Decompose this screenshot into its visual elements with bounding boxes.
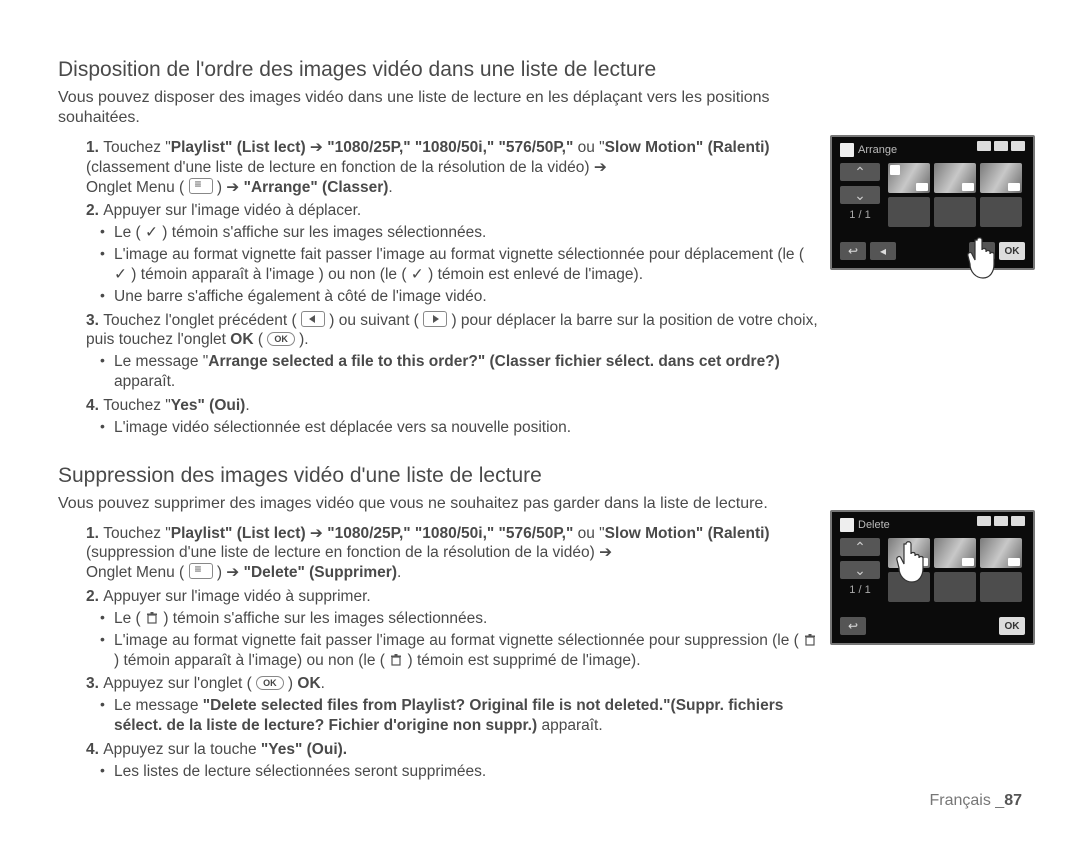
page-indicator: 1 / 1 xyxy=(840,584,880,600)
section1-steps: 1. Touchez "Playlist" (List lect) ➔ "108… xyxy=(58,138,818,438)
s2-step4: 4. Appuyez sur la touche "Yes" (Oui). Le… xyxy=(86,740,818,782)
trash-icon xyxy=(389,653,403,667)
check-icon xyxy=(890,165,900,175)
trash-icon xyxy=(803,633,817,647)
thumbnail-empty xyxy=(980,572,1022,602)
thumbnail[interactable] xyxy=(980,163,1022,193)
scroll-down-button[interactable]: ⌄ xyxy=(840,561,880,579)
s1-step4: 4. Touchez "Yes" (Oui). L'image vidéo sé… xyxy=(86,396,818,438)
s1-step2-b: L'image au format vignette fait passer l… xyxy=(100,245,818,285)
scroll-up-button[interactable]: ⌃ xyxy=(840,163,880,181)
thumbnail[interactable] xyxy=(934,538,976,568)
device-title: Arrange xyxy=(858,144,897,156)
menu-icon xyxy=(189,178,213,194)
s2-step1: 1. Touchez "Playlist" (List lect) ➔ "108… xyxy=(86,524,818,583)
device-arrange-screenshot: Arrange ⌃ ⌄ 1 / 1 ↩ ◂ ▸ OK xyxy=(830,135,1035,270)
s1-step3: 3. Touchez l'onglet précédent ( ) ou sui… xyxy=(86,311,818,392)
s2-step2: 2. Appuyer sur l'image vidéo à supprimer… xyxy=(86,587,818,670)
device-status-icons xyxy=(977,141,1025,151)
playlist-icon xyxy=(840,143,854,157)
thumbnail-grid xyxy=(888,163,1022,227)
thumbnail-empty xyxy=(888,197,930,227)
ok-button[interactable]: OK xyxy=(999,617,1025,635)
trash-icon xyxy=(145,611,159,625)
playlist-icon xyxy=(840,518,854,532)
thumbnail[interactable] xyxy=(980,538,1022,568)
scroll-down-button[interactable]: ⌄ xyxy=(840,186,880,204)
s1-step4-a: L'image vidéo sélectionnée est déplacée … xyxy=(100,418,818,438)
section2-lead: Vous pouvez supprimer des images vidéo q… xyxy=(58,494,818,514)
prev-button[interactable]: ◂ xyxy=(870,242,896,260)
thumbnail-empty xyxy=(980,197,1022,227)
device-delete-screenshot: Delete ⌃ ⌄ 1 / 1 ↩ OK xyxy=(830,510,1035,645)
section2-heading: Suppression des images vidéo d'une liste… xyxy=(58,464,818,488)
prev-icon xyxy=(301,311,325,327)
thumbnail-empty xyxy=(934,197,976,227)
s1-step3-a: Le message "Arrange selected a file to t… xyxy=(100,352,818,392)
s1-step2-a: Le ( ✓ ) témoin s'affiche sur les images… xyxy=(100,223,818,243)
back-button[interactable]: ↩ xyxy=(840,617,866,635)
thumbnail-empty xyxy=(934,572,976,602)
section2-steps: 1. Touchez "Playlist" (List lect) ➔ "108… xyxy=(58,524,818,782)
hand-pointer-icon xyxy=(892,538,934,586)
thumbnail[interactable] xyxy=(934,163,976,193)
section1-heading: Disposition de l'ordre des images vidéo … xyxy=(58,58,818,82)
section1-lead: Vous pouvez disposer des images vidéo da… xyxy=(58,88,818,128)
next-icon xyxy=(423,311,447,327)
s2-step2-b: L'image au format vignette fait passer l… xyxy=(100,631,818,671)
s2-step4-a: Les listes de lecture sélectionnées sero… xyxy=(100,762,818,782)
page-footer: Français _87 xyxy=(930,792,1023,810)
s1-step1: 1. Touchez "Playlist" (List lect) ➔ "108… xyxy=(86,138,818,197)
device-title: Delete xyxy=(858,519,890,531)
hand-pointer-icon xyxy=(963,234,1005,282)
device-status-icons xyxy=(977,516,1025,526)
s1-step2: 2. Appuyer sur l'image vidéo à déplacer.… xyxy=(86,201,818,306)
back-button[interactable]: ↩ xyxy=(840,242,866,260)
ok-icon: OK xyxy=(267,332,295,346)
ok-icon: OK xyxy=(256,676,284,690)
page-indicator: 1 / 1 xyxy=(840,209,880,225)
s2-step3: 3. Appuyez sur l'onglet ( OK ) OK. Le me… xyxy=(86,674,818,735)
scroll-up-button[interactable]: ⌃ xyxy=(840,538,880,556)
s2-step3-a: Le message "Delete selected files from P… xyxy=(100,696,818,736)
menu-icon xyxy=(189,563,213,579)
s2-step2-a: Le ( ) témoin s'affiche sur les images s… xyxy=(100,609,818,629)
s1-step2-c: Une barre s'affiche également à côté de … xyxy=(100,287,818,307)
thumbnail[interactable] xyxy=(888,163,930,193)
